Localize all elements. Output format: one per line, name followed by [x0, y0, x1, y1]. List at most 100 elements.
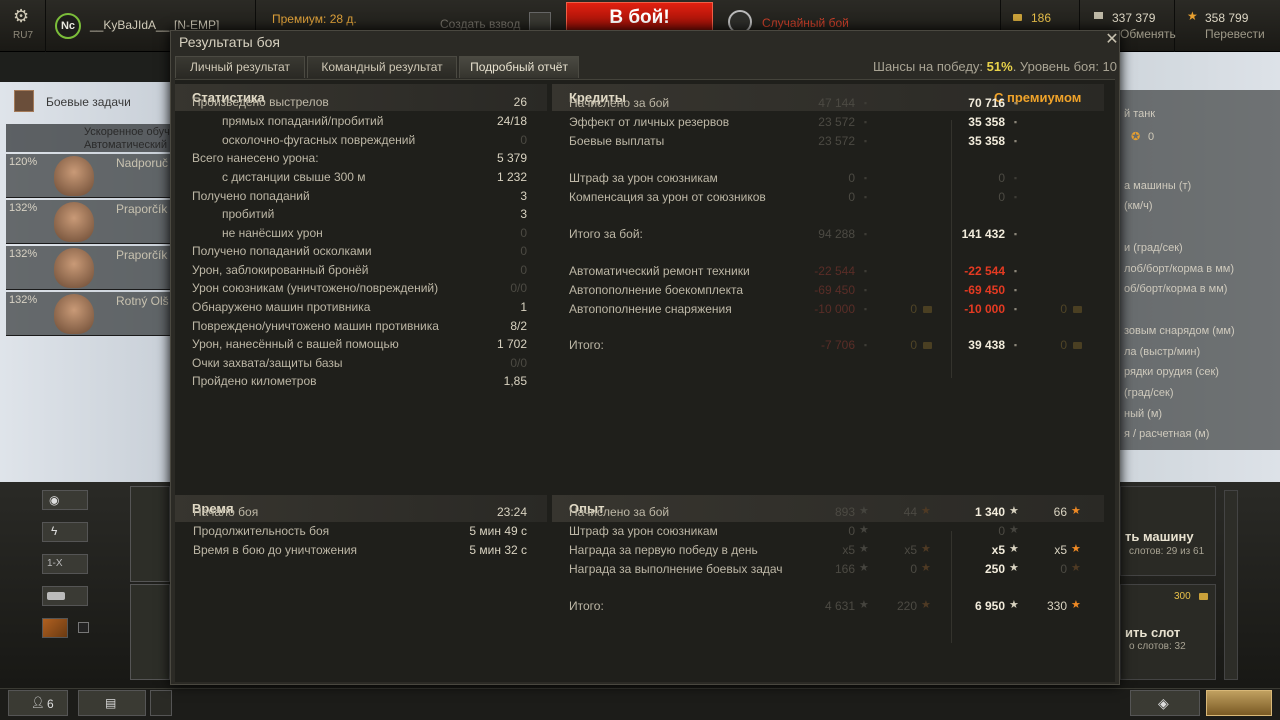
free-slots: о слотов: 32 — [1129, 641, 1186, 652]
crew-member[interactable]: 120% Nadporuč — [6, 154, 170, 198]
credit-premium-value: 70 716 — [968, 96, 1005, 110]
free-xp-premium-value: 0 — [1060, 562, 1067, 576]
credit-label: Эффект от личных резервов — [569, 115, 730, 129]
stat-value: 8/2 — [510, 319, 527, 333]
stat-label: Получено попаданий — [192, 189, 310, 203]
gold-icon — [1013, 14, 1022, 21]
free-xp-panel[interactable]: ★ 358 799 Перевести — [1175, 0, 1280, 52]
vehicle-card[interactable] — [130, 584, 170, 680]
store-button[interactable] — [1206, 690, 1272, 716]
crew-member[interactable]: 132% Praporčík — [6, 246, 170, 290]
chat-button[interactable]: ▤ — [78, 690, 146, 716]
exchange-button[interactable]: Обменять — [1120, 27, 1176, 41]
stat-value: 26 — [513, 95, 527, 109]
credit-base-value: 23 572 — [818, 134, 855, 148]
credits-icon: ▪ — [1013, 136, 1018, 146]
vehicle-param-label: а машины (т) — [1124, 180, 1192, 192]
credit-label: Компенсация за урон от союзников — [569, 190, 766, 204]
create-platoon-button[interactable]: Создать взвод — [440, 17, 520, 31]
credit-base-value: 94 288 — [818, 227, 855, 241]
xp-star-icon: ★ — [1009, 562, 1019, 574]
credits-icon: ▪ — [863, 173, 868, 183]
gold-premium-value: 0 — [1060, 338, 1067, 352]
xp-premium-value: 0 — [998, 524, 1005, 538]
filter-checkbox[interactable] — [78, 622, 89, 633]
battle-results-dialog: Результаты боя ✕ Личный результат Команд… — [170, 30, 1120, 685]
vehicle-card[interactable] — [130, 486, 170, 582]
xp-base-value: 4 631 — [824, 599, 855, 613]
vehicle-param-label: лоб/борт/корма в мм) — [1124, 263, 1234, 275]
slot-price: 300 — [1174, 591, 1191, 602]
premium-label[interactable]: Премиум: 28 д. — [272, 12, 357, 26]
stat-label: Урон союзникам (уничтожено/повреждений) — [192, 281, 439, 295]
xp-label: Начислено за бой — [569, 505, 670, 519]
xp-base-value: 893 — [834, 505, 855, 519]
stat-value: 3 — [520, 189, 527, 203]
free-xp-base-value: 0 — [910, 562, 917, 576]
free-xp-star-icon: ★ — [921, 505, 931, 517]
xp-star-icon: ★ — [859, 599, 869, 611]
gold-base-value: 0 — [910, 338, 917, 352]
battle-tasks-button[interactable]: Боевые задачи — [10, 88, 170, 114]
crew-rank: Rotný Olš — [116, 294, 169, 308]
credits-icon: ▪ — [863, 229, 868, 239]
credit-label: Автопополнение боекомплекта — [569, 283, 743, 297]
crew-member[interactable]: 132% Praporčík — [6, 200, 170, 244]
credit-label: Итого за бой: — [569, 227, 643, 241]
win-chance: Шансы на победу: 51%. Уровень боя: 10 — [771, 59, 1117, 74]
free-xp-star-icon: ★ — [921, 543, 931, 555]
tab-personal-result[interactable]: Личный результат — [175, 56, 305, 78]
credits-icon: ▪ — [863, 266, 868, 276]
hangar-nav-button[interactable]: ◈ — [1130, 690, 1200, 716]
crew-portrait — [54, 156, 94, 196]
tab-detailed-report[interactable]: Подробный отчёт — [459, 56, 579, 78]
free-xp-star-icon: ★ — [1071, 599, 1081, 611]
tab-team-result[interactable]: Командный результат — [307, 56, 457, 78]
crew-member[interactable]: 132% Rotný Olš — [6, 292, 170, 336]
credits-icon: ▪ — [1013, 266, 1018, 276]
buy-slot[interactable]: 300 ить слот о слотов: 32 — [1120, 584, 1216, 680]
credit-premium-value: 35 358 — [968, 115, 1005, 129]
win-chance-label: Шансы на победу: — [873, 59, 987, 74]
battle-button[interactable]: В бой! — [566, 2, 713, 32]
nation-filter[interactable]: ◉ — [42, 490, 88, 510]
credits-icon: ▪ — [863, 304, 868, 314]
credits-icon: ▪ — [1013, 173, 1018, 183]
settings-button[interactable]: ⚙ RU7 — [0, 0, 46, 52]
class-filter[interactable]: ϟ — [42, 522, 88, 542]
free-xp-premium-value: x5 — [1054, 543, 1067, 557]
credit-premium-value: 0 — [998, 171, 1005, 185]
gold-premium-value: 0 — [1060, 302, 1067, 316]
vehicle-param-label: (км/ч) — [1124, 200, 1153, 212]
credits-icon: ▪ — [1013, 229, 1018, 239]
buy-vehicle-slot[interactable]: ть машину слотов: 29 из 61 — [1120, 486, 1216, 576]
xp-label: Награда за первую победу в день — [569, 543, 758, 557]
xp-star-icon: ★ — [1009, 599, 1019, 611]
camo-icon[interactable] — [42, 618, 68, 638]
credit-premium-value: -10 000 — [964, 302, 1005, 316]
xp-base-value: 0 — [848, 524, 855, 538]
credits-icon: ▪ — [1013, 117, 1018, 127]
battle-mode-selector[interactable]: Случайный бой — [762, 16, 849, 30]
credit-base-value: 47 144 — [818, 96, 855, 110]
time-label: Время в бою до уничтожения — [193, 543, 358, 557]
credit-label: Боевые выплаты — [569, 134, 665, 148]
xp-label: Штраф за урон союзникам — [569, 524, 718, 538]
stat-label: Произведено выстрелов — [192, 95, 329, 109]
stat-label: Получено попаданий осколками — [192, 244, 372, 258]
credits-icon: ▪ — [863, 340, 868, 350]
close-icon[interactable]: ✕ — [1104, 32, 1120, 48]
channel-button[interactable] — [150, 690, 172, 716]
tier-filter[interactable]: 1-X — [42, 554, 88, 574]
stat-value: 0 — [520, 263, 527, 277]
friends-button[interactable]: 👤︎ 6 — [8, 690, 68, 716]
crew-training-panel: Ускоренное обучение Автоматический — [6, 124, 194, 152]
transfer-button[interactable]: Перевести — [1205, 27, 1265, 41]
chat-icon: ▤ — [105, 696, 117, 710]
platoon-icon[interactable] — [529, 12, 551, 32]
carousel-scroll-right[interactable] — [1224, 490, 1238, 680]
report-body: Статистика Кредиты С премиумом Произведе… — [175, 79, 1115, 682]
stat-value: 0/0 — [510, 356, 527, 370]
slots-count: слотов: 29 из 61 — [1129, 546, 1205, 557]
type-filter[interactable] — [42, 586, 88, 606]
